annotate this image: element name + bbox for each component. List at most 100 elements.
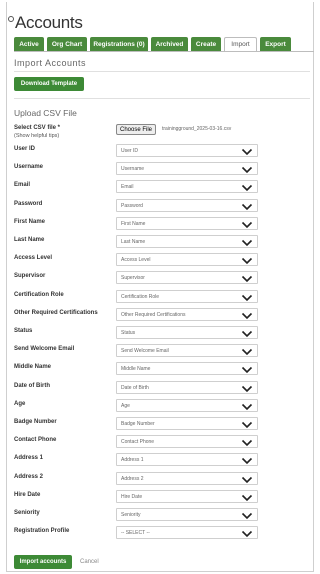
- chevron-down-icon: [241, 531, 253, 538]
- field-label-other-required-certifications: Other Required Certifications: [14, 309, 98, 316]
- tab-create[interactable]: Create: [191, 37, 221, 51]
- select-value: Send Welcome Email: [121, 348, 169, 355]
- field-select-username[interactable]: Username: [116, 162, 258, 176]
- section-title: Import Accounts: [14, 58, 87, 68]
- field-select-user-id[interactable]: User ID: [116, 144, 258, 157]
- field-label-last-name: Last Name: [14, 237, 45, 243]
- field-select-hire-date[interactable]: Hire Date: [116, 489, 258, 503]
- field-label-middle-name: Middle Name: [14, 364, 52, 371]
- field-select-last-name[interactable]: Last Name: [116, 235, 258, 248]
- tab-import[interactable]: Import: [224, 37, 257, 51]
- field-select-registration-profile[interactable]: -- SELECT --: [116, 526, 258, 540]
- csv-file-label: Select CSV file *: [14, 125, 61, 131]
- select-value: Email: [121, 184, 134, 191]
- field-label-email: Email: [14, 182, 31, 189]
- field-select-address-1[interactable]: Address 1: [116, 453, 258, 467]
- tab-org-chart[interactable]: Org Chart: [47, 37, 87, 51]
- chevron-down-icon: [241, 148, 253, 156]
- chevron-down-icon: [241, 458, 253, 465]
- field-select-send-welcome-email[interactable]: Send Welcome Email: [116, 344, 258, 358]
- select-value: First Name: [121, 220, 146, 227]
- chevron-down-icon: [241, 185, 253, 192]
- chevron-down-icon: [241, 476, 253, 483]
- select-value: Seniority: [121, 512, 141, 518]
- field-label-address-1: Address 1: [14, 455, 44, 462]
- field-label-age: Age: [14, 400, 26, 407]
- chevron-down-icon: [241, 239, 253, 247]
- select-value: Address 2: [121, 475, 144, 482]
- field-label-badge-number: Badge Number: [14, 419, 57, 425]
- chevron-down-icon: [241, 385, 253, 392]
- field-label-date-of-birth: Date of Birth: [14, 382, 50, 389]
- cancel-link[interactable]: Cancel: [80, 559, 99, 565]
- page-title: Accounts: [15, 13, 83, 32]
- field-select-address-2[interactable]: Address 2: [116, 471, 258, 485]
- field-label-registration-profile: Registration Profile: [14, 528, 70, 535]
- field-select-status[interactable]: Status: [116, 326, 258, 339]
- tabs-underline: [14, 51, 314, 52]
- field-label-user-id: User ID: [14, 146, 36, 152]
- field-select-access-level[interactable]: Access Level: [116, 253, 258, 267]
- tab-archived[interactable]: Archived: [151, 37, 188, 51]
- field-label-access-level: Access Level: [14, 255, 53, 262]
- download-template-button[interactable]: Download Template: [14, 77, 84, 91]
- field-select-age[interactable]: Age: [116, 398, 258, 412]
- title-row: Accounts: [8, 12, 83, 34]
- chevron-down-icon: [241, 440, 253, 447]
- selected-file-name: trainingground_2025-03-16.csv: [162, 126, 232, 132]
- select-value: Hire Date: [121, 493, 143, 500]
- field-select-seniority[interactable]: Seniority: [116, 508, 258, 521]
- field-label-seniority: Seniority: [14, 510, 40, 516]
- select-value: Password: [121, 202, 143, 209]
- select-value: Username: [121, 166, 145, 173]
- field-label-address-2: Address 2: [14, 473, 44, 480]
- select-value: Contact Phone: [121, 439, 155, 446]
- chevron-down-icon: [241, 312, 253, 319]
- helpful-tips-link[interactable]: (Show helpful tips): [14, 133, 59, 139]
- select-value: Status: [121, 330, 136, 336]
- field-select-password[interactable]: Password: [116, 198, 258, 212]
- field-label-certification-role: Certification Role: [14, 291, 64, 298]
- tab-active[interactable]: Active: [14, 37, 44, 51]
- field-select-supervisor[interactable]: Supervisor: [116, 271, 258, 285]
- circle-icon: [8, 16, 14, 22]
- choose-file-button[interactable]: Choose File: [116, 124, 157, 135]
- field-select-middle-name[interactable]: Middle Name: [116, 362, 258, 376]
- chevron-down-icon: [241, 330, 253, 338]
- chevron-down-icon: [241, 512, 253, 520]
- chevron-down-icon: [241, 258, 253, 265]
- select-value: Age: [121, 402, 130, 409]
- field-select-certification-role[interactable]: Certification Role: [116, 289, 258, 303]
- chevron-down-icon: [241, 221, 253, 228]
- field-label-supervisor: Supervisor: [14, 273, 46, 280]
- tab-bar: Active Org Chart Registrations (0) Archi…: [14, 37, 294, 51]
- field-label-send-welcome-email: Send Welcome Email: [14, 346, 75, 353]
- field-label-username: Username: [14, 164, 44, 171]
- field-label-first-name: First Name: [14, 218, 46, 225]
- chevron-down-icon: [241, 349, 253, 356]
- tab-export[interactable]: Export: [260, 37, 291, 51]
- field-select-badge-number[interactable]: Badge Number: [116, 417, 258, 430]
- field-label-status: Status: [14, 328, 33, 334]
- select-value: Certification Role: [121, 293, 160, 300]
- chevron-down-icon: [241, 203, 253, 210]
- field-select-date-of-birth[interactable]: Date of Birth: [116, 380, 258, 394]
- field-label-hire-date: Hire Date: [14, 491, 41, 498]
- chevron-down-icon: [241, 294, 253, 301]
- chevron-down-icon: [241, 167, 253, 174]
- select-value: Last Name: [121, 239, 146, 245]
- select-value: -- SELECT --: [121, 530, 150, 537]
- field-select-contact-phone[interactable]: Contact Phone: [116, 435, 258, 449]
- field-select-other-required-certifications[interactable]: Other Required Certifications: [116, 307, 258, 321]
- tab-registrations[interactable]: Registrations (0): [90, 37, 148, 51]
- upload-title: Upload CSV File: [14, 108, 77, 118]
- field-label-password: Password: [14, 200, 43, 207]
- field-select-first-name[interactable]: First Name: [116, 216, 258, 230]
- select-value: User ID: [121, 148, 138, 154]
- chevron-down-icon: [241, 421, 253, 429]
- select-value: Date of Birth: [121, 384, 149, 391]
- import-accounts-button[interactable]: Import accounts: [14, 555, 72, 569]
- field-label-contact-phone: Contact Phone: [14, 437, 57, 444]
- field-select-email[interactable]: Email: [116, 180, 258, 194]
- select-value: Badge Number: [121, 421, 155, 427]
